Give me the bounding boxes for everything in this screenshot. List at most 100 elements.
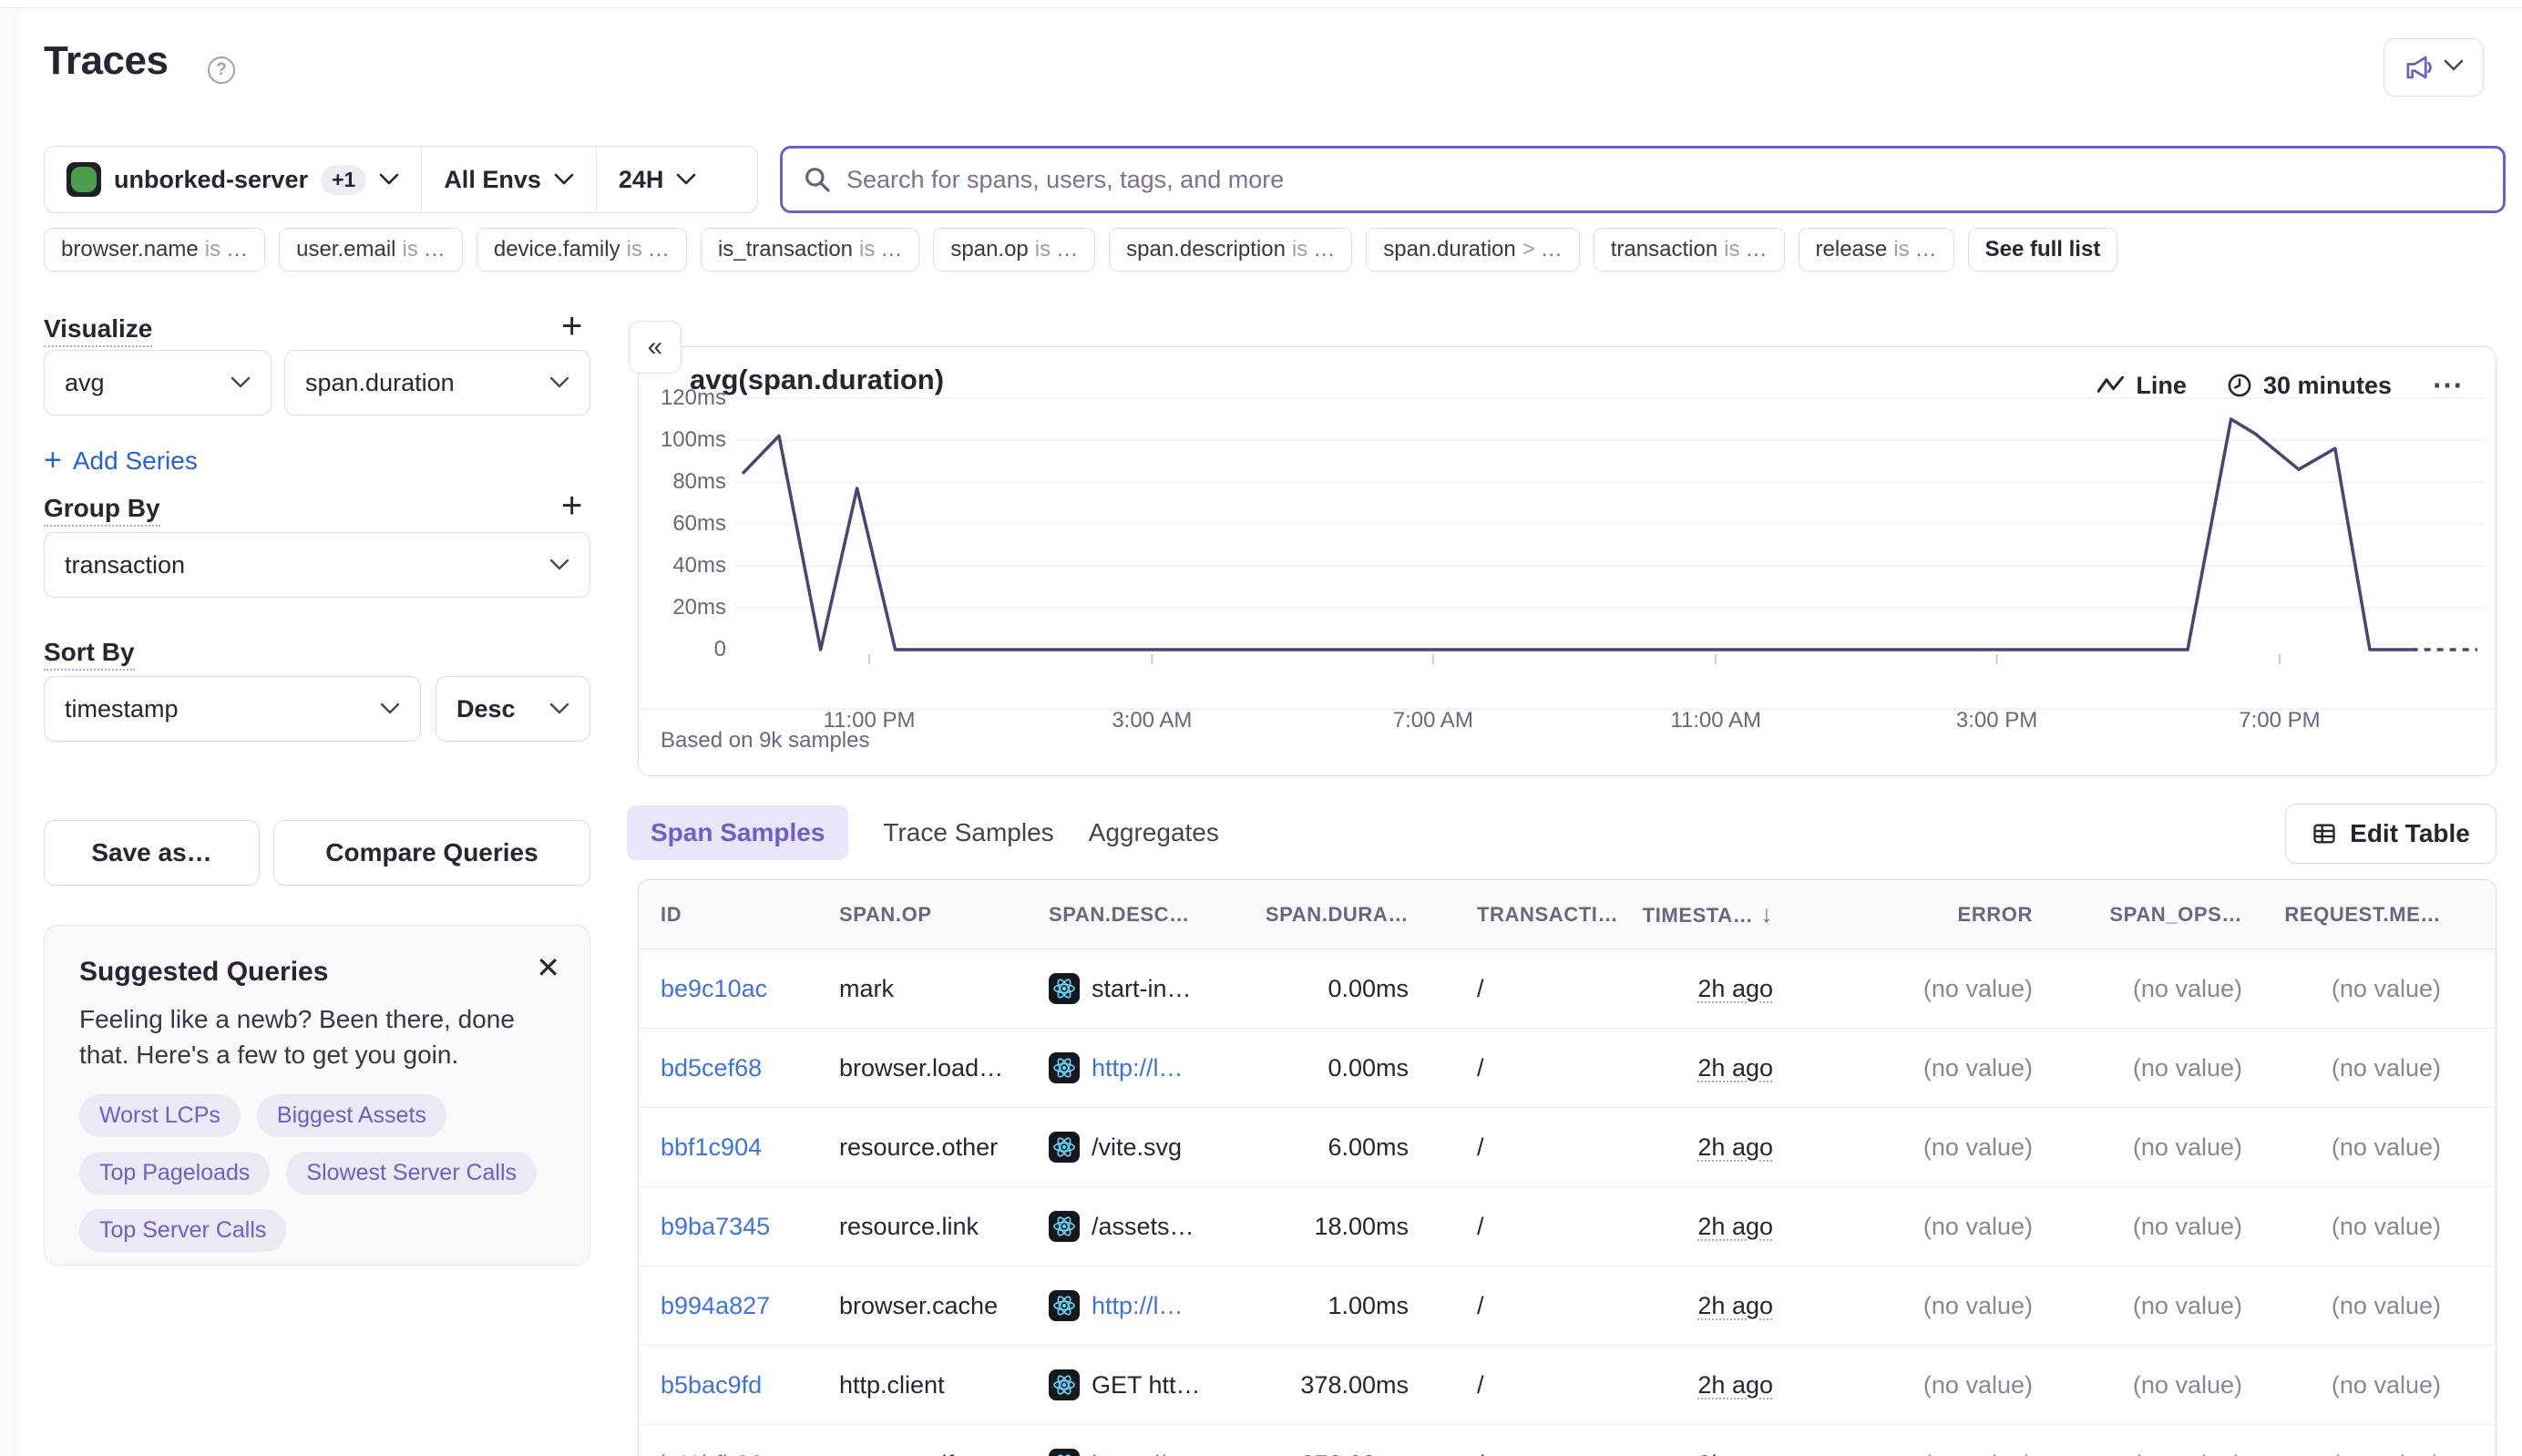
transaction-value[interactable]: / [1409, 1371, 1618, 1400]
feedback-button[interactable] [2384, 38, 2484, 97]
span-description[interactable]: /assets… [1027, 1211, 1213, 1242]
column-header-span-description[interactable]: SPAN.DESC… [1027, 903, 1213, 927]
transaction-value[interactable]: / [1409, 975, 1618, 1003]
x-axis-tick-label: 11:00 AM [1670, 708, 1761, 733]
column-header-span-op[interactable]: SPAN.OP [817, 903, 1027, 927]
suggested-queries-body: Feeling like a newb? Been there, done th… [79, 1002, 555, 1072]
collapse-sidebar-button[interactable]: « [629, 321, 682, 374]
suggested-query-pills: Worst LCPs Biggest Assets Top Pageloads … [79, 1094, 555, 1252]
y-axis-tick-label: 80ms [672, 469, 726, 495]
span-id-link[interactable]: b9ba7345 [639, 1213, 817, 1241]
column-header-error[interactable]: ERROR [1773, 903, 2033, 927]
transaction-value[interactable]: / [1409, 1292, 1618, 1320]
search-input[interactable] [846, 166, 2483, 194]
chevron-down-icon [554, 173, 574, 186]
x-axis-tick-label: 3:00 PM [1956, 708, 2037, 733]
tab-aggregates[interactable]: Aggregates [1089, 818, 1219, 847]
column-header-transaction[interactable]: TRANSACTI… [1409, 903, 1618, 927]
transaction-value[interactable]: / [1409, 1054, 1618, 1082]
span-description[interactable]: start-in… [1027, 973, 1213, 1004]
time-range-selector[interactable]: 24H [597, 147, 719, 212]
visualize-field-select[interactable]: span.duration [284, 350, 590, 415]
request-method-value: (no value) [2242, 975, 2496, 1003]
chart-plot-area[interactable] [735, 387, 2485, 672]
transaction-value[interactable]: / [1409, 1133, 1618, 1162]
chevron-down-icon [379, 173, 399, 186]
suggested-query-pill[interactable]: Slowest Server Calls [286, 1152, 537, 1195]
table-header-row: ID SPAN.OP SPAN.DESC… SPAN.DURA… TRANSAC… [639, 880, 2496, 949]
save-as-button[interactable]: Save as… [44, 820, 260, 886]
add-visualize-icon[interactable]: + [561, 308, 582, 344]
tab-span-samples[interactable]: Span Samples [627, 805, 848, 860]
filter-chip[interactable]: span.duration>... [1366, 228, 1579, 272]
span-duration: 0.00ms [1213, 1054, 1409, 1082]
add-series-button[interactable]: + Add Series [44, 443, 198, 478]
edit-table-button[interactable]: Edit Table [2285, 804, 2496, 864]
span-id-link[interactable]: b994a827 [639, 1292, 817, 1320]
filter-chip[interactable]: device.familyis... [477, 228, 687, 272]
filter-chip[interactable]: is_transactionis... [701, 228, 919, 272]
project-name: unborked-server [114, 166, 308, 194]
filter-chip[interactable]: releaseis... [1799, 228, 1954, 272]
span-id-link[interactable]: bbf1c904 [639, 1133, 817, 1162]
group-by-select[interactable]: transaction [44, 532, 590, 598]
filter-chip[interactable]: browser.nameis... [44, 228, 265, 272]
filter-chips-row: browser.nameis... user.emailis... device… [44, 228, 2117, 272]
error-value: (no value) [1773, 1292, 2033, 1320]
filter-chip[interactable]: span.opis... [933, 228, 1095, 272]
help-icon[interactable]: ? [208, 56, 235, 84]
span-id-link[interactable]: b5bac9fd [639, 1371, 817, 1400]
react-platform-icon [1049, 973, 1080, 1004]
react-platform-icon [1049, 1052, 1080, 1083]
suggested-query-pill[interactable]: Top Server Calls [79, 1209, 286, 1252]
table-row: b9ba7345 resource.link /assets… 18.00ms … [639, 1187, 2496, 1266]
results-tabs: Span Samples Trace Samples Aggregates [627, 805, 1219, 860]
span-description[interactable]: https://… [1027, 1449, 1213, 1456]
close-icon[interactable]: ✕ [536, 953, 560, 982]
span-ops-value: (no value) [2033, 1133, 2242, 1162]
span-id-link[interactable]: b41bfb26 [639, 1451, 817, 1456]
filter-chip[interactable]: user.emailis... [279, 228, 463, 272]
span-id-link[interactable]: bd5cef68 [639, 1054, 817, 1082]
filter-chip[interactable]: transactionis... [1594, 228, 1785, 272]
transaction-value[interactable]: / [1409, 1213, 1618, 1241]
column-header-span-duration[interactable]: SPAN.DURA… [1213, 903, 1409, 927]
column-header-id[interactable]: ID [639, 903, 817, 927]
span-description[interactable]: http://l… [1027, 1290, 1213, 1321]
page-filter-bar: unborked-server +1 All Envs 24H [44, 146, 758, 213]
column-header-span-ops[interactable]: SPAN_OPS… [2033, 903, 2242, 927]
sort-direction-select[interactable]: Desc [436, 676, 590, 742]
request-method-value: (no value) [2242, 1213, 2496, 1241]
environment-selector[interactable]: All Envs [422, 147, 596, 212]
suggested-queries-panel: Suggested Queries ✕ Feeling like a newb?… [44, 925, 590, 1266]
search-bar[interactable] [780, 146, 2506, 213]
project-selector[interactable]: unborked-server +1 [45, 147, 421, 212]
see-full-list-button[interactable]: See full list [1968, 228, 2118, 272]
aggregate-select[interactable]: avg [44, 350, 272, 415]
filter-chip[interactable]: span.descriptionis... [1109, 228, 1352, 272]
suggested-query-pill[interactable]: Worst LCPs [79, 1094, 241, 1137]
time-range-label: 24H [619, 166, 664, 194]
compare-queries-button[interactable]: Compare Queries [273, 820, 590, 886]
transaction-value[interactable]: / [1409, 1451, 1618, 1456]
span-op: mark [817, 975, 1027, 1003]
y-axis-tick-label: 60ms [672, 511, 726, 537]
tab-trace-samples[interactable]: Trace Samples [883, 818, 1053, 847]
suggested-query-pill[interactable]: Biggest Assets [257, 1094, 446, 1137]
span-op: resource.link [817, 1213, 1027, 1241]
span-description[interactable]: GET htt… [1027, 1369, 1213, 1400]
page-title: Traces [44, 38, 168, 84]
column-header-timestamp[interactable]: TIMESTA…↓ [1618, 900, 1773, 928]
project-extra-count: +1 [321, 165, 366, 195]
collapsed-nav-rail [0, 8, 18, 1456]
suggested-query-pill[interactable]: Top Pageloads [79, 1152, 270, 1195]
group-by-label: Group By [44, 494, 160, 523]
table-row: b41bfb26 resource.ifra… https://… 276.00… [639, 1425, 2496, 1456]
span-description[interactable]: http://l… [1027, 1052, 1213, 1083]
sort-field-select[interactable]: timestamp [44, 676, 421, 742]
column-header-request-method[interactable]: REQUEST.ME… [2242, 903, 2496, 927]
x-axis-tick-label: 7:00 PM [2239, 708, 2320, 733]
span-id-link[interactable]: be9c10ac [639, 975, 817, 1003]
add-group-by-icon[interactable]: + [561, 487, 582, 524]
span-description[interactable]: /vite.svg [1027, 1132, 1213, 1163]
